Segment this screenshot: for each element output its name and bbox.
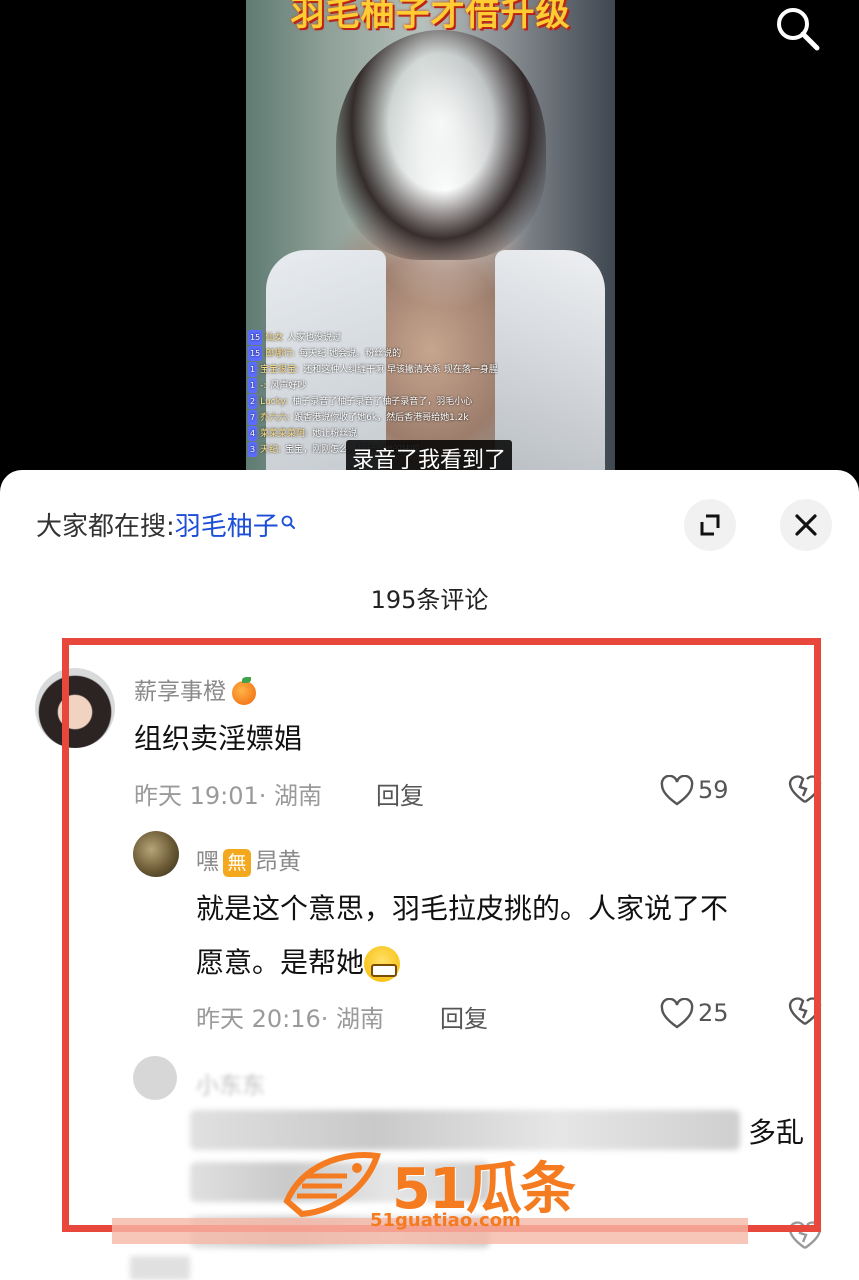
live-chat-line: 15 仙女 人家也没说过 (248, 330, 498, 346)
live-chat-line: 2 Lucky: 柚子录音了柚子录音了柚子录音了，羽毛小心 (248, 394, 498, 410)
dislike-button[interactable] (788, 1218, 822, 1256)
fish-logo-icon (283, 1152, 381, 1218)
video-topic-overlay: 羽毛柚子才借升级 (290, 0, 571, 34)
comment-text: 就是这个意思，羽毛拉皮挑的。人家说了不 愿意。是帮她 (196, 882, 816, 990)
reply-button[interactable]: 回复 (376, 776, 424, 811)
heart-icon (660, 774, 694, 806)
search-keyword-link[interactable]: 羽毛柚子 (175, 512, 279, 542)
comment-username[interactable]: 嘿無昂黄 (196, 842, 301, 877)
close-button[interactable] (780, 499, 832, 551)
expand-icon (700, 514, 720, 536)
comment-meta: 昨天 19:01· 湖南 (134, 782, 323, 810)
expand-button[interactable] (684, 499, 736, 551)
grinning-sweat-emoji (364, 946, 401, 982)
like-count: 25 (698, 999, 729, 1027)
search-small-icon (281, 508, 295, 538)
broken-heart-icon (788, 997, 822, 1025)
live-chat-line: 1 宝宝很宝: 还和这种人纠缠干嘛 早该撇清关系 现在落一身腥 (248, 362, 498, 378)
video-subtitle: 录音了我看到了 (346, 440, 513, 472)
close-icon (795, 514, 817, 536)
live-chat-line: 15 郎哪行: 每天纪 她会说。粉丝说的 (248, 346, 498, 362)
avatar[interactable] (35, 668, 115, 748)
reply-button[interactable]: 回复 (440, 999, 488, 1034)
video-frame-subject (336, 30, 546, 260)
avatar[interactable] (133, 1056, 177, 1100)
video-player[interactable]: 羽毛柚子才借升级 15 仙女 人家也没说过 15 郎哪行: 每天纪 她会说。粉丝说的 1… (246, 0, 615, 472)
search-icon[interactable] (773, 4, 821, 52)
comment-text-visible: 多乱 (748, 1116, 805, 1149)
like-button[interactable]: 59 (660, 774, 729, 807)
watermark-logo: 51瓜条 51guatiao.com (282, 1146, 582, 1236)
orange-emoji (232, 676, 256, 705)
blurred-text (130, 1256, 190, 1280)
broken-heart-icon (788, 775, 822, 803)
like-count: 59 (698, 776, 729, 804)
everyone-searching-label: 大家都在搜: (36, 512, 175, 542)
dislike-button[interactable] (788, 994, 822, 1032)
comment-username[interactable]: 小东东 (196, 1066, 265, 1100)
user-badge: 無 (223, 848, 251, 877)
comment-text: 组织卖淫嫖娼 (134, 722, 303, 755)
live-chat-line: 7 乔六六: 跟香港说你收了她6k，然后香港哥给她1.2k (248, 410, 498, 426)
avatar[interactable] (133, 831, 179, 877)
live-chat-line: 1 -: 风声好吵 (248, 378, 498, 394)
comment-meta: 昨天 20:16· 湖南 (196, 1005, 385, 1033)
comment-count: 195条评论 (370, 586, 489, 614)
everyone-searching[interactable]: 大家都在搜:羽毛柚子 (36, 506, 295, 543)
heart-icon (660, 997, 694, 1029)
like-button[interactable]: 25 (660, 997, 729, 1030)
comment-username[interactable]: 薪享事橙 (134, 672, 256, 706)
live-chat-overlay: 15 仙女 人家也没说过 15 郎哪行: 每天纪 她会说。粉丝说的 1 宝宝很宝: 还和这种… (248, 330, 498, 458)
video-frame-jacket-right (495, 250, 605, 472)
broken-heart-icon (788, 1221, 822, 1249)
dislike-button[interactable] (788, 772, 822, 810)
watermark-url: 51guatiao.com (370, 1210, 521, 1231)
